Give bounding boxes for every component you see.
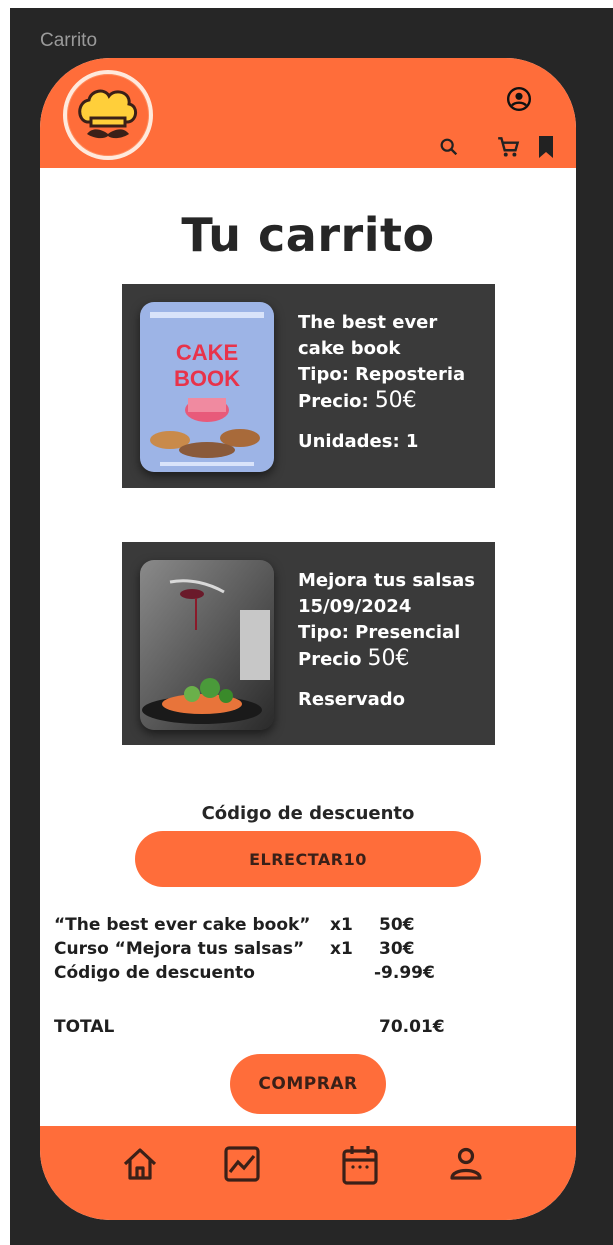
home-icon[interactable] (120, 1144, 160, 1184)
item-name-line1: The best ever (298, 312, 438, 333)
buy-button-label: COMPRAR (258, 1074, 358, 1094)
summary-item-qty: x1 (330, 939, 353, 959)
item-name-line1: Mejora tus salsas (298, 570, 475, 591)
item-status: Reservado (298, 689, 405, 710)
item-date: 15/09/2024 (298, 596, 412, 617)
total-amount: 70.01€ (379, 1017, 445, 1037)
cart-item[interactable]: Mejora tus salsas 15/09/2024 Tipo: Prese… (122, 542, 495, 745)
person-icon[interactable] (446, 1144, 486, 1184)
cart-item-image: CAKE BOOK (140, 302, 274, 472)
summary-row: Código de descuento -9.99€ (54, 961, 454, 985)
svg-text:BOOK: BOOK (174, 366, 240, 391)
item-name-line2: cake book (298, 338, 401, 359)
cart-item-image (140, 560, 274, 730)
summary-row: Curso “Mejora tus salsas” x1 30€ (54, 937, 454, 961)
item-price: 50€ (367, 646, 410, 671)
summary-item-amount: 30€ (379, 939, 415, 959)
search-icon[interactable] (438, 136, 460, 158)
cart-icon[interactable] (496, 134, 522, 160)
phone-screen: Tu carrito CAKE BOOK The best ever cake … (40, 58, 576, 1220)
account-circle-icon[interactable] (506, 86, 532, 112)
cake-book-cover-image: CAKE BOOK (140, 302, 274, 472)
calendar-icon[interactable] (340, 1144, 380, 1186)
item-type: Tipo: Reposteria (298, 364, 466, 385)
bottom-nav (40, 1126, 576, 1220)
discount-code-field[interactable]: ELRECTAR10 (135, 831, 481, 887)
logo[interactable] (63, 70, 153, 160)
app-header (40, 58, 576, 168)
discount-code-value: ELRECTAR10 (249, 849, 367, 869)
page-title: Tu carrito (181, 208, 435, 262)
window-title: Carrito (40, 30, 98, 51)
cart-item[interactable]: CAKE BOOK The best ever cake book Tipo: … (122, 284, 495, 488)
summary-item-name: Curso “Mejora tus salsas” (54, 939, 305, 959)
summary-item-qty: x1 (330, 915, 353, 935)
discount-label: Código de descuento (201, 803, 415, 824)
summary-total-row: TOTAL 70.01€ (54, 1015, 454, 1039)
summary-row: “The best ever cake book” x1 50€ (54, 913, 454, 937)
bookmark-icon[interactable] (536, 134, 556, 160)
summary-item-name: Código de descuento (54, 963, 255, 983)
item-price: 50€ (374, 388, 417, 413)
total-label: TOTAL (54, 1017, 115, 1037)
summary-item-name: “The best ever cake book” (54, 915, 311, 935)
svg-text:CAKE: CAKE (176, 340, 238, 365)
cart-item-details: The best ever cake book Tipo: Reposteria… (298, 310, 488, 455)
cart-item-details: Mejora tus salsas 15/09/2024 Tipo: Prese… (298, 568, 488, 713)
summary-item-amount: 50€ (379, 915, 415, 935)
buy-button[interactable]: COMPRAR (230, 1054, 386, 1114)
item-price-label: Precio (298, 649, 362, 670)
item-units: Unidades: 1 (298, 431, 419, 452)
sauce-plate-photo-image (140, 560, 274, 730)
chef-hat-mustache-icon (78, 89, 137, 139)
item-type: Tipo: Presencial (298, 622, 461, 643)
order-summary: “The best ever cake book” x1 50€ Curso “… (54, 913, 454, 1039)
chart-icon[interactable] (222, 1144, 262, 1184)
summary-item-amount: -9.99€ (374, 963, 435, 983)
item-price-label: Precio: (298, 391, 369, 412)
